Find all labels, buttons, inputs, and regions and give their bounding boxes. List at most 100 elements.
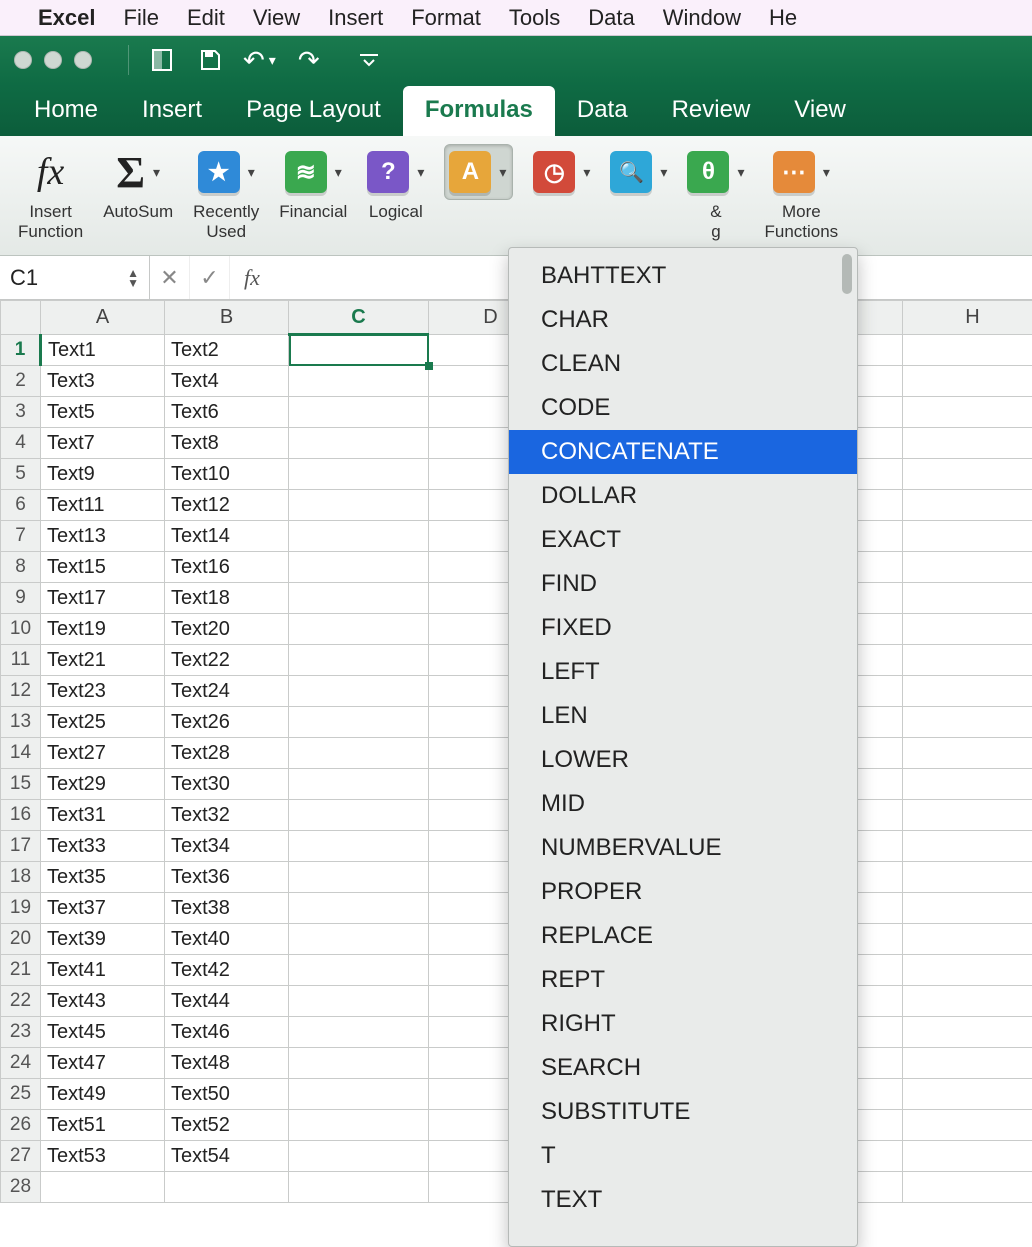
cancel-entry-icon[interactable]: ✕ bbox=[150, 256, 190, 299]
menu-item-t[interactable]: T bbox=[509, 1134, 857, 1178]
cell[interactable]: Text16 bbox=[165, 552, 289, 583]
cell[interactable]: Text4 bbox=[165, 366, 289, 397]
row-header[interactable]: 8 bbox=[1, 552, 41, 583]
cell[interactable] bbox=[289, 1017, 429, 1048]
cell[interactable] bbox=[903, 583, 1032, 614]
menu-item-mid[interactable]: MID bbox=[509, 782, 857, 826]
cell[interactable] bbox=[903, 1110, 1032, 1141]
text-functions-button[interactable]: A▾ bbox=[434, 144, 523, 202]
cell[interactable]: Text11 bbox=[41, 490, 165, 521]
cell[interactable]: Text15 bbox=[41, 552, 165, 583]
cell[interactable]: Text10 bbox=[165, 459, 289, 490]
menu-item-proper[interactable]: PROPER bbox=[509, 870, 857, 914]
cell[interactable]: Text42 bbox=[165, 955, 289, 986]
menu-view[interactable]: View bbox=[253, 5, 300, 31]
menu-item-substitute[interactable]: SUBSTITUTE bbox=[509, 1090, 857, 1134]
menu-item-len[interactable]: LEN bbox=[509, 694, 857, 738]
row-header[interactable]: 5 bbox=[1, 459, 41, 490]
cell[interactable]: Text19 bbox=[41, 614, 165, 645]
cell[interactable]: Text53 bbox=[41, 1141, 165, 1172]
menu-item-bahttext[interactable]: BAHTTEXT bbox=[509, 254, 857, 298]
save-icon[interactable] bbox=[195, 45, 225, 75]
row-header[interactable]: 14 bbox=[1, 738, 41, 769]
cell[interactable] bbox=[903, 707, 1032, 738]
cell[interactable]: Text2 bbox=[165, 335, 289, 366]
cell[interactable] bbox=[903, 1172, 1032, 1203]
cell[interactable]: Text51 bbox=[41, 1110, 165, 1141]
cell[interactable]: Text27 bbox=[41, 738, 165, 769]
menu-item-char[interactable]: CHAR bbox=[509, 298, 857, 342]
cell[interactable]: Text23 bbox=[41, 676, 165, 707]
cell[interactable]: Text26 bbox=[165, 707, 289, 738]
cell[interactable]: Text39 bbox=[41, 924, 165, 955]
cell[interactable] bbox=[289, 1110, 429, 1141]
row-header[interactable]: 18 bbox=[1, 862, 41, 893]
row-header[interactable]: 28 bbox=[1, 1172, 41, 1203]
minimize-window-button[interactable] bbox=[44, 51, 62, 69]
cell[interactable]: Text41 bbox=[41, 955, 165, 986]
cell[interactable]: Text30 bbox=[165, 769, 289, 800]
cell[interactable] bbox=[289, 831, 429, 862]
menu-item-lower[interactable]: LOWER bbox=[509, 738, 857, 782]
qat-customize-icon[interactable] bbox=[354, 45, 384, 75]
row-header[interactable]: 27 bbox=[1, 1141, 41, 1172]
cell[interactable] bbox=[289, 1172, 429, 1203]
row-header[interactable]: 15 bbox=[1, 769, 41, 800]
cell[interactable] bbox=[289, 1079, 429, 1110]
cell[interactable]: Text48 bbox=[165, 1048, 289, 1079]
cell[interactable] bbox=[289, 335, 429, 366]
cell[interactable] bbox=[289, 583, 429, 614]
menu-data[interactable]: Data bbox=[588, 5, 634, 31]
cell[interactable] bbox=[289, 366, 429, 397]
cell[interactable] bbox=[165, 1172, 289, 1203]
col-header-b[interactable]: B bbox=[165, 301, 289, 335]
row-header[interactable]: 17 bbox=[1, 831, 41, 862]
cell[interactable]: Text49 bbox=[41, 1079, 165, 1110]
col-header-c[interactable]: C bbox=[289, 301, 429, 335]
cell[interactable] bbox=[903, 831, 1032, 862]
financial-button[interactable]: ≋▾ Financial bbox=[269, 144, 357, 222]
select-all-corner[interactable] bbox=[1, 301, 41, 335]
cell[interactable]: Text3 bbox=[41, 366, 165, 397]
cell[interactable]: Text36 bbox=[165, 862, 289, 893]
cell[interactable] bbox=[903, 769, 1032, 800]
zoom-window-button[interactable] bbox=[74, 51, 92, 69]
menu-edit[interactable]: Edit bbox=[187, 5, 225, 31]
more-functions-button[interactable]: ⋯▾ More Functions bbox=[754, 144, 848, 241]
new-file-icon[interactable] bbox=[147, 45, 177, 75]
cell[interactable]: Text28 bbox=[165, 738, 289, 769]
menu-insert[interactable]: Insert bbox=[328, 5, 383, 31]
cell[interactable] bbox=[903, 738, 1032, 769]
cell[interactable] bbox=[903, 335, 1032, 366]
cell[interactable] bbox=[903, 893, 1032, 924]
recently-used-button[interactable]: ★▾ Recently Used bbox=[183, 144, 269, 241]
confirm-entry-icon[interactable]: ✓ bbox=[190, 256, 230, 299]
menu-tools[interactable]: Tools bbox=[509, 5, 560, 31]
cell[interactable] bbox=[903, 800, 1032, 831]
redo-icon[interactable]: ↷ bbox=[294, 45, 324, 75]
cell[interactable] bbox=[289, 769, 429, 800]
menu-item-find[interactable]: FIND bbox=[509, 562, 857, 606]
cell[interactable] bbox=[289, 707, 429, 738]
row-header[interactable]: 19 bbox=[1, 893, 41, 924]
cell[interactable]: Text24 bbox=[165, 676, 289, 707]
cell[interactable] bbox=[903, 955, 1032, 986]
menu-item-numbervalue[interactable]: NUMBERVALUE bbox=[509, 826, 857, 870]
cell[interactable] bbox=[289, 397, 429, 428]
menu-item-text[interactable]: TEXT bbox=[509, 1178, 857, 1222]
menu-item-right[interactable]: RIGHT bbox=[509, 1002, 857, 1046]
menu-item-code[interactable]: CODE bbox=[509, 386, 857, 430]
cell[interactable] bbox=[289, 1048, 429, 1079]
tab-view[interactable]: View bbox=[772, 86, 868, 136]
cell[interactable] bbox=[903, 1048, 1032, 1079]
row-header[interactable]: 23 bbox=[1, 1017, 41, 1048]
col-header-h[interactable]: H bbox=[903, 301, 1032, 335]
cell[interactable]: Text46 bbox=[165, 1017, 289, 1048]
cell[interactable] bbox=[903, 1141, 1032, 1172]
menu-item-exact[interactable]: EXACT bbox=[509, 518, 857, 562]
row-header[interactable]: 3 bbox=[1, 397, 41, 428]
row-header[interactable]: 4 bbox=[1, 428, 41, 459]
autosum-button[interactable]: Σ▾ AutoSum bbox=[93, 144, 183, 222]
cell[interactable] bbox=[289, 428, 429, 459]
tab-data[interactable]: Data bbox=[555, 86, 650, 136]
